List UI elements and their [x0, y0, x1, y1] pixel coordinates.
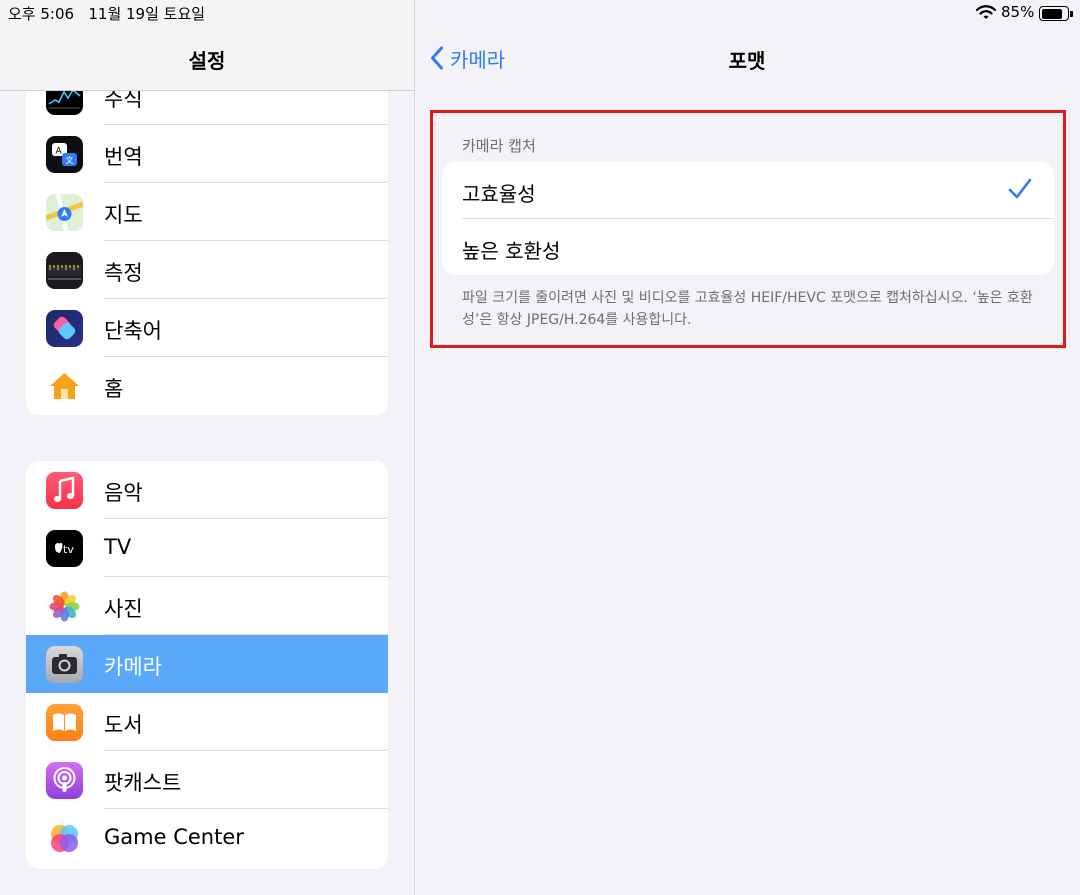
sidebar-item-label: 측정	[104, 261, 143, 285]
sidebar-item-tv[interactable]: tv TV	[26, 519, 388, 577]
sidebar-item-podcasts[interactable]: 팟캐스트	[26, 751, 388, 809]
shortcuts-icon	[46, 310, 83, 347]
camera-icon	[46, 646, 83, 683]
sidebar-item-label: 도서	[104, 713, 143, 737]
music-icon	[46, 472, 83, 509]
sidebar-group-apps: 주식 A文 번역 지도 측정 단축어 홈	[26, 54, 388, 415]
sidebar-item-translate[interactable]: A文 번역	[26, 125, 388, 183]
svg-text:tv: tv	[63, 543, 74, 556]
sidebar-item-label: Game Center	[104, 825, 244, 849]
sidebar-item-music[interactable]: 음악	[26, 461, 388, 519]
sidebar-header: 오후 5:06 11월 19일 토요일 설정	[0, 0, 414, 91]
sidebar-item-game-center[interactable]: Game Center	[26, 809, 388, 867]
option-most-compatible[interactable]: 높은 호환성	[442, 219, 1054, 275]
sidebar-item-label: 번역	[104, 145, 143, 169]
sidebar-item-label: 지도	[104, 203, 143, 227]
podcasts-icon	[46, 762, 83, 799]
sidebar-item-label: 사진	[104, 597, 143, 621]
sidebar-item-label: TV	[104, 535, 132, 559]
status-time: 오후 5:06 11월 19일 토요일	[8, 5, 206, 23]
format-options-group: 고효율성 높은 호환성	[442, 162, 1054, 275]
battery-percent: 85%	[1001, 3, 1035, 21]
checkmark-icon	[1008, 178, 1032, 199]
sidebar-item-label: 팟캐스트	[104, 771, 182, 795]
sidebar-item-home[interactable]: 홈	[26, 357, 388, 415]
wifi-icon	[976, 5, 996, 19]
sidebar-item-photos[interactable]: 사진	[26, 577, 388, 635]
sidebar-item-books[interactable]: 도서	[26, 693, 388, 751]
sidebar-group-media: 음악 tv TV 사진 카메라 도서 팟캐스트 Game Center	[26, 461, 388, 869]
tv-icon: tv	[46, 530, 83, 567]
svg-text:文: 文	[66, 155, 74, 165]
books-icon	[46, 704, 83, 741]
translate-icon: A文	[46, 136, 83, 173]
game-center-icon	[46, 820, 83, 857]
home-icon	[46, 368, 83, 405]
sidebar-item-maps[interactable]: 지도	[26, 183, 388, 241]
svg-text:A: A	[56, 147, 63, 157]
measure-icon	[46, 252, 83, 289]
sidebar-item-label: 단축어	[104, 319, 162, 343]
page-title: 포맷	[728, 49, 766, 73]
battery-icon	[1039, 6, 1069, 21]
sidebar-item-shortcuts[interactable]: 단축어	[26, 299, 388, 357]
sidebar-item-label: 음악	[104, 481, 143, 505]
sidebar-item-label: 홈	[104, 377, 124, 401]
sidebar-item-camera[interactable]: 카메라	[26, 635, 388, 693]
sidebar-title: 설정	[188, 49, 226, 73]
maps-icon	[46, 194, 83, 231]
split-divider	[414, 0, 415, 895]
photos-icon	[46, 588, 83, 625]
section-header: 카메라 캡처	[462, 137, 536, 155]
sidebar-item-label: 카메라	[104, 655, 162, 679]
option-high-efficiency[interactable]: 고효율성	[442, 162, 1054, 218]
settings-sidebar: 주식 A文 번역 지도 측정 단축어 홈 음악 tv TV 사진 카메라 도서 …	[0, 0, 414, 895]
status-indicators: 85%	[976, 2, 1076, 24]
option-label: 고효율성	[462, 182, 536, 206]
option-label: 높은 호환성	[462, 239, 561, 263]
footer-description: 파일 크기를 줄이려면 사진 및 비디오를 고효율성 HEIF/HEVC 포맷으…	[462, 290, 1033, 328]
sidebar-item-measure[interactable]: 측정	[26, 241, 388, 299]
